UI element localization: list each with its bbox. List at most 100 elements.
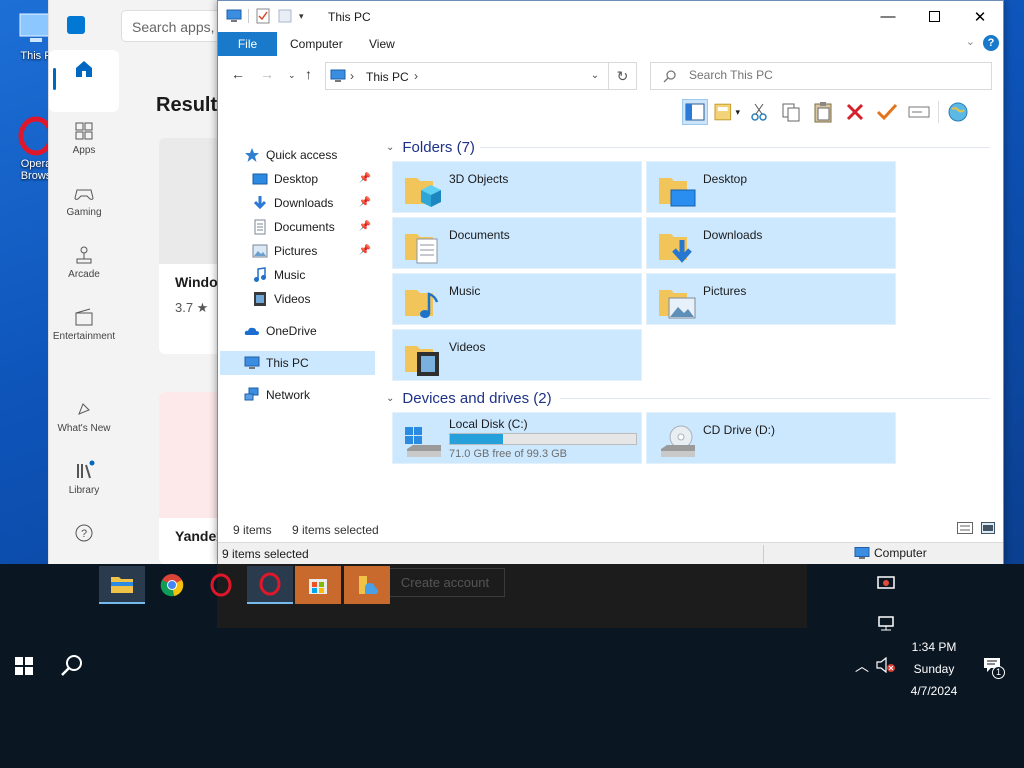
folder-tile-desktop[interactable]: Desktop — [646, 161, 896, 213]
details-view-icon[interactable] — [957, 522, 973, 534]
group-header-folders[interactable]: ⌄ Folders (7) — [386, 135, 475, 159]
address-bar[interactable]: › This PC › ⌄ — [325, 62, 609, 90]
taskbar-opera[interactable] — [198, 566, 244, 604]
recent-locations-button[interactable]: ⌄ — [288, 70, 296, 81]
tiles-view-icon[interactable] — [981, 522, 995, 534]
close-button[interactable]: ✕ — [957, 1, 1003, 32]
tab-view[interactable]: View — [359, 32, 405, 56]
volume-muted-icon[interactable] — [876, 657, 896, 673]
tab-computer[interactable]: Computer — [280, 32, 353, 56]
show-hidden-icons-chevron-icon[interactable]: ︿ — [855, 656, 869, 676]
qat-dropdown-icon[interactable]: ▾ — [299, 11, 304, 22]
store-nav-entertainment[interactable]: Entertainment — [49, 298, 119, 360]
store-nav-label: Gaming — [66, 207, 102, 218]
navigation-pane-button[interactable] — [682, 99, 708, 125]
breadcrumb-chevron-icon[interactable]: › — [350, 69, 354, 83]
new-folder-icon[interactable] — [277, 8, 293, 24]
help-button[interactable]: ? — [983, 35, 999, 51]
nav-item-downloads[interactable]: Downloads 📌 — [220, 191, 375, 215]
action-center-button[interactable]: 1 — [983, 657, 1005, 679]
paste-button[interactable] — [810, 99, 836, 125]
taskbar-chrome[interactable] — [149, 566, 195, 604]
clock-time: 1:34 PM — [911, 640, 957, 654]
network-status-icon[interactable] — [877, 616, 895, 632]
forward-button[interactable]: → — [260, 66, 274, 82]
taskbar-clock[interactable]: 1:34 PM Sunday 4/7/2024 — [900, 636, 968, 702]
folder-tile-3d-objects[interactable]: 3D Objects — [392, 161, 642, 213]
nav-item-music[interactable]: Music — [220, 263, 375, 287]
status-bar-zone: Computer — [854, 546, 927, 560]
entertainment-icon — [75, 308, 93, 326]
copy-button[interactable] — [778, 99, 804, 125]
rename-button[interactable] — [906, 99, 932, 125]
chevron-down-icon[interactable]: ⌄ — [966, 35, 975, 48]
nav-item-documents[interactable]: Documents 📌 — [220, 215, 375, 239]
globe-icon — [948, 102, 968, 122]
breadcrumb[interactable]: This PC — [366, 70, 409, 84]
create-account-button[interactable]: Create account — [385, 568, 505, 597]
group-header-label: Devices and drives (2) — [402, 389, 552, 407]
taskbar-opera-2[interactable] — [247, 566, 293, 604]
nav-item-videos[interactable]: Videos — [220, 287, 375, 311]
rename-checkmark-button[interactable] — [874, 99, 900, 125]
apps-icon — [75, 122, 93, 140]
explorer-window-icon — [359, 576, 378, 594]
store-nav-arcade[interactable]: Arcade — [49, 236, 119, 298]
nav-item-pictures[interactable]: Pictures 📌 — [220, 239, 375, 263]
start-button[interactable] — [10, 652, 38, 680]
library-icon — [77, 460, 95, 479]
search-input[interactable] — [689, 68, 969, 82]
cut-button[interactable] — [746, 99, 772, 125]
documents-folder-icon — [405, 234, 438, 264]
taskbar-search-button[interactable] — [58, 652, 86, 680]
toolbar-divider — [938, 101, 939, 123]
store-nav-help[interactable]: ? — [49, 514, 119, 564]
search-icon — [663, 70, 676, 83]
nav-item-quick-access[interactable]: Quick access — [220, 143, 375, 167]
back-button[interactable]: ← — [231, 66, 245, 82]
nav-item-network[interactable]: Network — [220, 383, 375, 407]
desktop-folder-icon — [252, 173, 268, 185]
folder-tile-videos[interactable]: Videos — [392, 329, 642, 381]
nav-item-onedrive[interactable]: OneDrive — [220, 319, 375, 343]
network-location-button[interactable] — [945, 99, 971, 125]
search-box[interactable] — [650, 62, 992, 90]
maximize-button[interactable] — [911, 1, 957, 32]
taskbar-explorer-window[interactable] — [344, 566, 390, 604]
store-nav-library[interactable]: Library — [49, 452, 119, 514]
drive-tile-c[interactable]: Local Disk (C:) 71.0 GB free of 99.3 GB — [392, 412, 642, 464]
view-switcher — [957, 522, 995, 534]
tab-file[interactable]: File — [218, 32, 277, 56]
paste-icon — [814, 102, 832, 123]
up-button[interactable]: ↑ — [305, 66, 312, 82]
group-header-devices[interactable]: ⌄ Devices and drives (2) — [386, 386, 552, 410]
item-count: 9 items — [233, 523, 272, 537]
store-nav-home[interactable] — [49, 50, 119, 112]
folder-tile-pictures[interactable]: Pictures — [646, 273, 896, 325]
delete-button[interactable] — [842, 99, 868, 125]
folder-tile-documents[interactable]: Documents — [392, 217, 642, 269]
this-pc-icon — [244, 356, 260, 369]
nav-item-label: Network — [266, 388, 311, 402]
title-bar[interactable]: ▾ This PC — ✕ — [218, 1, 1003, 32]
remote-desktop-icon[interactable] — [877, 576, 895, 592]
properties-icon — [714, 103, 732, 121]
store-nav-apps[interactable]: Apps — [49, 112, 119, 174]
taskbar-store[interactable] — [295, 566, 341, 604]
drive-free-space: 71.0 GB free of 99.3 GB — [449, 448, 568, 460]
folder-tile-music[interactable]: Music — [392, 273, 642, 325]
folder-tile-downloads[interactable]: Downloads — [646, 217, 896, 269]
drive-tile-d[interactable]: CD Drive (D:) — [646, 412, 896, 464]
minimize-button[interactable]: — — [865, 1, 911, 32]
refresh-button[interactable]: ↻ — [609, 62, 637, 90]
nav-item-desktop[interactable]: Desktop 📌 — [220, 167, 375, 191]
pin-icon: 📌 — [358, 197, 371, 208]
breadcrumb-chevron-icon[interactable]: › — [414, 69, 418, 83]
properties-icon[interactable] — [255, 8, 271, 24]
store-nav-whats-new[interactable]: What's New — [49, 390, 119, 452]
nav-item-this-pc[interactable]: This PC — [220, 351, 375, 375]
store-nav-gaming[interactable]: Gaming — [49, 174, 119, 236]
properties-button[interactable]: ▾ — [714, 99, 740, 125]
address-dropdown-icon[interactable]: ⌄ — [582, 63, 608, 89]
taskbar-file-explorer[interactable] — [99, 566, 145, 604]
